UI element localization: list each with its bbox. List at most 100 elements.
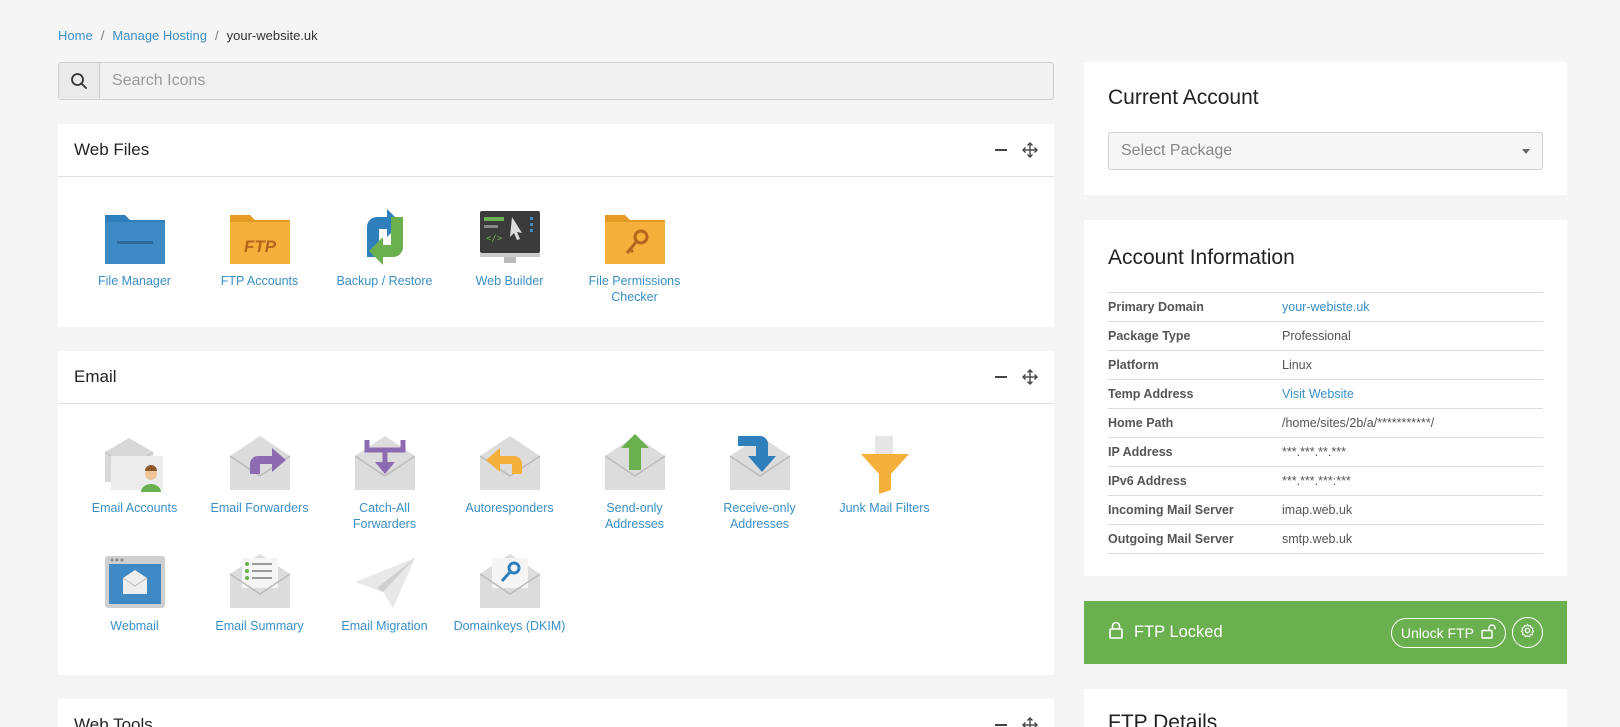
tile-label: Email Accounts bbox=[91, 501, 178, 515]
collapse-icon[interactable] bbox=[994, 143, 1008, 157]
ftp-status-bar: FTP Locked Unlock FTP bbox=[1084, 601, 1567, 664]
visit-website-link[interactable]: Visit Website bbox=[1282, 379, 1543, 409]
panel-title: Email bbox=[74, 367, 117, 386]
email-accounts-icon bbox=[103, 432, 167, 496]
search-input[interactable] bbox=[100, 63, 1053, 99]
tile-label: Autoresponders bbox=[465, 501, 554, 515]
table-row: Outgoing Mail Server smtp.web.uk bbox=[1108, 524, 1543, 554]
tile-email-summary[interactable]: Email Summary bbox=[197, 550, 322, 634]
key-folder-icon bbox=[603, 205, 667, 269]
breadcrumb-separator: / bbox=[214, 28, 219, 43]
email-forward-icon bbox=[228, 432, 292, 496]
panel-title: Web Files bbox=[74, 140, 150, 159]
tile-label: Email Summary bbox=[215, 619, 304, 633]
unlock-ftp-label: Unlock FTP bbox=[1400, 624, 1474, 641]
tile-label: Catch-All Forwarders bbox=[352, 501, 417, 531]
unlock-ftp-button[interactable]: Unlock FTP bbox=[1390, 617, 1506, 648]
card-title: Current Account bbox=[1108, 86, 1259, 109]
current-account-card: Current Account Select Package bbox=[1084, 62, 1567, 195]
tile-ftp-accounts[interactable]: FTP FTP Accounts bbox=[197, 205, 322, 305]
email-send-icon bbox=[603, 432, 667, 496]
move-icon[interactable] bbox=[1022, 142, 1038, 158]
tile-web-builder[interactable]: </> Web Builder bbox=[447, 205, 572, 305]
email-key-icon bbox=[478, 550, 542, 614]
primary-domain-link[interactable]: your-webiste.uk bbox=[1282, 292, 1543, 322]
tile-junk-mail-filters[interactable]: Junk Mail Filters bbox=[822, 432, 947, 532]
tile-label: Email Forwarders bbox=[210, 501, 309, 515]
breadcrumb-separator: / bbox=[100, 28, 105, 43]
tile-file-permissions[interactable]: File Permissions Checker bbox=[572, 205, 697, 305]
card-title: FTP Details bbox=[1108, 711, 1218, 727]
tile-label: Junk Mail Filters bbox=[839, 501, 930, 515]
unlock-icon bbox=[1481, 623, 1496, 642]
collapse-icon[interactable] bbox=[994, 718, 1008, 727]
breadcrumb-home[interactable]: Home bbox=[58, 28, 93, 43]
panel-header: Email bbox=[58, 351, 1054, 404]
tile-label: Webmail bbox=[110, 619, 159, 633]
move-icon[interactable] bbox=[1022, 717, 1038, 727]
search-icon[interactable] bbox=[59, 63, 100, 99]
tile-send-only[interactable]: Send-only Addresses bbox=[572, 432, 697, 532]
tile-label: FTP Accounts bbox=[220, 274, 299, 288]
breadcrumb: Home / Manage Hosting / your-website.uk bbox=[58, 28, 318, 43]
gear-icon bbox=[1520, 622, 1535, 643]
ftp-status-text: FTP Locked bbox=[1134, 623, 1223, 641]
tile-receive-only[interactable]: Receive-only Addresses bbox=[697, 432, 822, 532]
ftp-folder-icon: FTP bbox=[228, 205, 292, 269]
caret-down-icon bbox=[1522, 148, 1530, 154]
tile-label: Send-only Addresses bbox=[604, 501, 665, 531]
table-row: IP Address ***.***.**.*** bbox=[1108, 437, 1543, 467]
tile-email-accounts[interactable]: Email Accounts bbox=[72, 432, 197, 532]
panel-title: Web Tools bbox=[74, 715, 153, 727]
table-row: Package Type Professional bbox=[1108, 321, 1543, 351]
table-row: Temp Address Visit Website bbox=[1108, 379, 1543, 409]
package-select[interactable]: Select Package bbox=[1108, 132, 1543, 170]
lock-icon bbox=[1108, 621, 1124, 644]
tile-label: Domainkeys (DKIM) bbox=[453, 619, 566, 633]
paper-plane-icon bbox=[353, 550, 417, 614]
tile-label: Email Migration bbox=[341, 619, 428, 633]
tile-email-migration[interactable]: Email Migration bbox=[322, 550, 447, 634]
tile-backup-restore[interactable]: Backup / Restore bbox=[322, 205, 447, 305]
email-receive-icon bbox=[728, 432, 792, 496]
monitor-icon: </> bbox=[478, 205, 542, 269]
ftp-settings-button[interactable] bbox=[1512, 617, 1543, 648]
table-row: Home Path/home/sites/2b/a/***********/ bbox=[1108, 408, 1543, 438]
move-icon[interactable] bbox=[1022, 369, 1038, 385]
email-panel: Email Email Accounts Email Forwarders Ca… bbox=[58, 351, 1054, 675]
breadcrumb-manage-hosting[interactable]: Manage Hosting bbox=[112, 28, 207, 43]
table-row: Primary Domain your-webiste.uk bbox=[1108, 292, 1543, 322]
tile-label: Backup / Restore bbox=[336, 274, 433, 288]
tile-label: File Manager bbox=[98, 274, 171, 288]
tile-email-forwarders[interactable]: Email Forwarders bbox=[197, 432, 322, 532]
tile-file-manager[interactable]: File Manager bbox=[72, 205, 197, 305]
account-info-table: Primary Domain your-webiste.uk Package Ty… bbox=[1108, 292, 1543, 554]
webmail-icon bbox=[103, 550, 167, 614]
table-row: IPv6 Address ***.***.***:*** bbox=[1108, 466, 1543, 496]
web-tools-panel: Web Tools bbox=[58, 699, 1054, 727]
svg-text:</>: </> bbox=[486, 234, 503, 244]
table-row: Platform Linux bbox=[1108, 350, 1543, 380]
package-select-value: Select Package bbox=[1121, 142, 1233, 159]
tile-webmail[interactable]: Webmail bbox=[72, 550, 197, 634]
tile-label: Receive-only Addresses bbox=[723, 501, 796, 531]
backup-restore-icon bbox=[353, 205, 417, 269]
table-row: Incoming Mail Server imap.web.uk bbox=[1108, 495, 1543, 525]
search-bar bbox=[58, 62, 1054, 100]
tile-autoresponders[interactable]: Autoresponders bbox=[447, 432, 572, 532]
email-summary-icon bbox=[228, 550, 292, 614]
tile-catch-all-forwarders[interactable]: Catch-All Forwarders bbox=[322, 432, 447, 532]
folder-icon bbox=[103, 205, 167, 269]
filter-icon bbox=[853, 432, 917, 496]
tile-label: File Permissions Checker bbox=[588, 274, 681, 304]
card-title: Account Information bbox=[1108, 246, 1295, 269]
collapse-icon[interactable] bbox=[994, 370, 1008, 384]
tile-domainkeys[interactable]: Domainkeys (DKIM) bbox=[447, 550, 572, 634]
ftp-details-card: FTP Details bbox=[1084, 689, 1567, 727]
autoresponder-icon bbox=[478, 432, 542, 496]
svg-text:FTP: FTP bbox=[243, 237, 276, 256]
account-information-card: Account Information Primary Domain your-w… bbox=[1084, 220, 1567, 576]
web-files-panel: Web Files File Manager FTP FTP Accounts … bbox=[58, 124, 1054, 327]
email-catch-all-icon bbox=[353, 432, 417, 496]
tile-label: Web Builder bbox=[475, 274, 544, 288]
